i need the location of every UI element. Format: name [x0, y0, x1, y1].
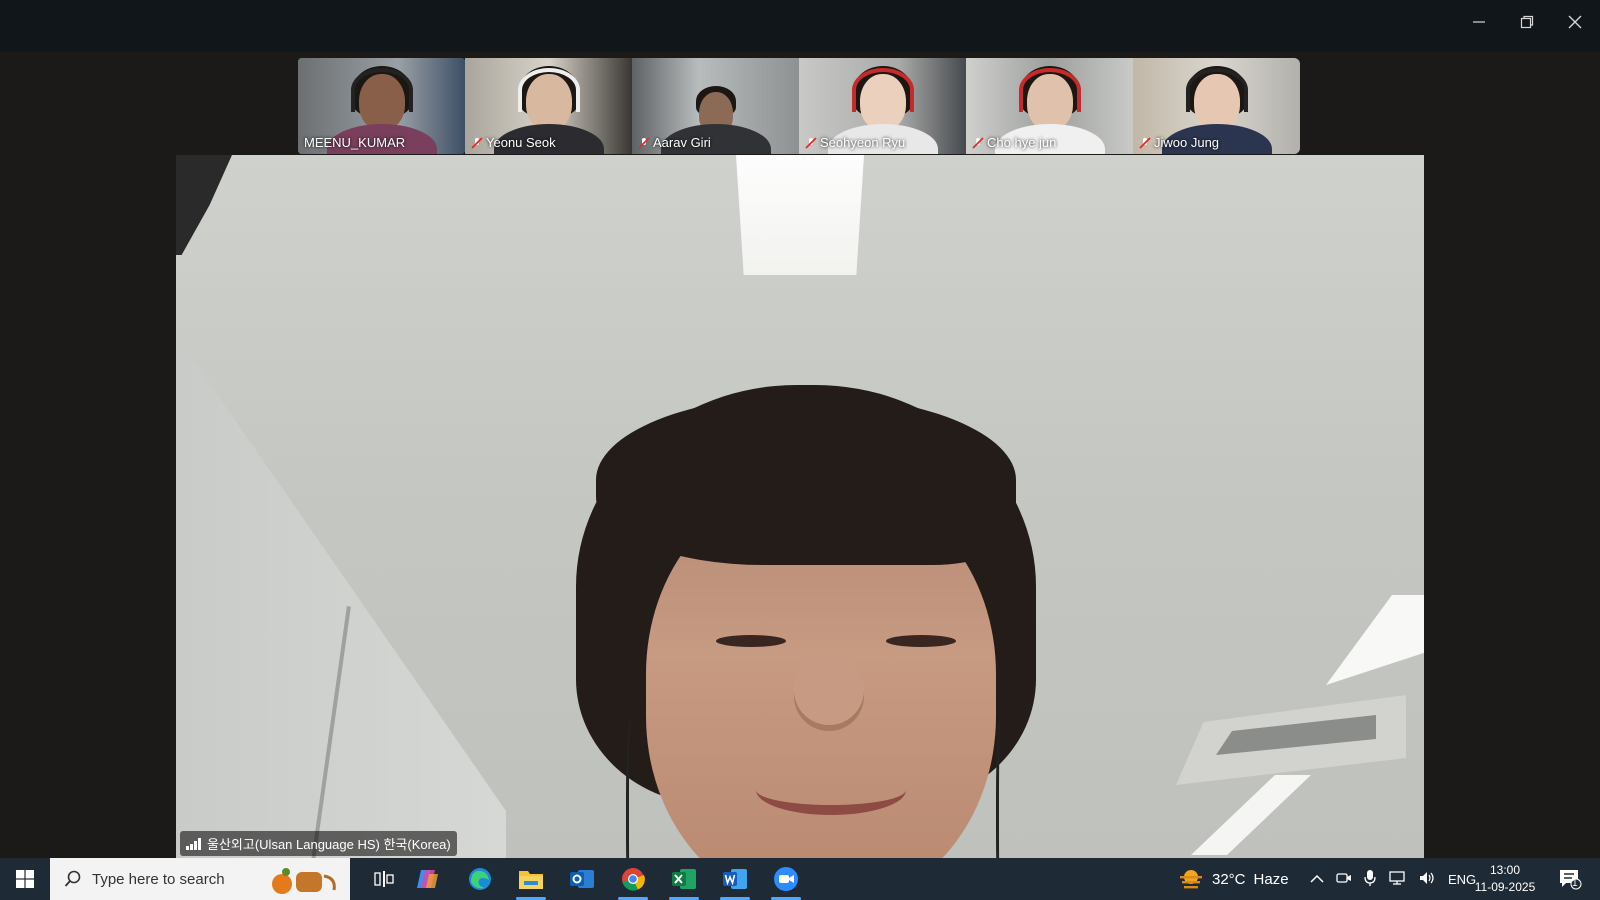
start-button[interactable]	[0, 858, 50, 900]
weather-condition: Haze	[1253, 870, 1289, 888]
participant-name: Aarav Giri	[638, 135, 711, 150]
notification-center-button[interactable]: 1	[1550, 858, 1590, 900]
camera-icon	[1336, 872, 1351, 883]
muted-mic-icon	[638, 136, 650, 149]
participant-strip: MEENU_KUMAR Yeonu Seok Aarav Giri Seohye…	[298, 58, 1300, 154]
speaker-icon	[1420, 871, 1434, 884]
zoom-icon	[774, 867, 798, 891]
participant-name: Cho hye jun	[972, 135, 1056, 150]
participant-name: Yeonu Seok	[471, 135, 556, 150]
taskbar: Type here to search 32°C Haze ENG 13:00 …	[0, 858, 1600, 900]
participant-tile[interactable]: Jiwoo Jung	[1133, 58, 1300, 154]
clock[interactable]: 13:00 11-09-2025	[1470, 858, 1540, 900]
excel-button[interactable]	[660, 858, 708, 900]
network-button[interactable]	[1388, 870, 1406, 889]
main-speaker-video[interactable]: 울산외고(Ulsan Language HS) 한국(Korea)	[176, 155, 1424, 858]
signal-strength-icon	[186, 837, 201, 850]
file-explorer-icon	[519, 871, 543, 889]
search-placeholder: Type here to search	[92, 870, 225, 888]
file-explorer-button[interactable]	[507, 858, 555, 900]
outlook-button[interactable]	[558, 858, 606, 900]
minimize-icon	[1473, 21, 1485, 23]
notification-icon	[1560, 870, 1582, 890]
search-box[interactable]: Type here to search	[50, 858, 350, 900]
show-hidden-icons-button[interactable]	[1310, 872, 1324, 887]
search-highlight-icon	[272, 868, 336, 894]
system-tray: ENG	[1310, 858, 1476, 900]
microphone-icon	[1364, 869, 1376, 886]
close-button[interactable]	[1552, 0, 1598, 44]
participant-tile[interactable]: Seohyeon Ryu	[799, 58, 966, 154]
participant-name: Jiwoo Jung	[1139, 135, 1219, 150]
chrome-button[interactable]	[609, 858, 657, 900]
weather-widget[interactable]: 32°C Haze	[1178, 858, 1289, 900]
notification-count: 1	[1572, 878, 1578, 889]
word-button[interactable]	[711, 858, 759, 900]
window-titlebar	[0, 0, 1600, 52]
copilot-button[interactable]	[404, 858, 452, 900]
network-icon	[1389, 870, 1405, 885]
muted-mic-icon	[972, 136, 984, 149]
speaker-name-label: 울산외고(Ulsan Language HS) 한국(Korea)	[180, 831, 457, 856]
participant-tile[interactable]: Yeonu Seok	[465, 58, 632, 154]
copilot-icon	[417, 870, 438, 888]
restore-icon	[1520, 15, 1534, 29]
windows-icon	[16, 870, 34, 888]
haze-icon	[1180, 870, 1202, 889]
participant-tile[interactable]: Cho hye jun	[966, 58, 1133, 154]
chrome-icon	[622, 868, 645, 891]
volume-button[interactable]	[1418, 870, 1436, 889]
participant-name: Seohyeon Ryu	[805, 135, 905, 150]
outlook-icon	[570, 870, 594, 888]
weather-temp: 32°C	[1212, 870, 1246, 888]
muted-mic-icon	[471, 136, 483, 149]
restore-button[interactable]	[1504, 0, 1550, 44]
meet-now-button[interactable]	[1336, 871, 1352, 888]
excel-icon	[672, 869, 696, 889]
word-icon	[723, 869, 747, 889]
participant-tile[interactable]: MEENU_KUMAR	[298, 58, 465, 154]
muted-mic-icon	[1139, 136, 1151, 149]
participant-tile[interactable]: Aarav Giri	[632, 58, 799, 154]
clock-time: 13:00	[1489, 863, 1521, 877]
microphone-button[interactable]	[1364, 869, 1376, 890]
chevron-up-icon	[1310, 874, 1324, 883]
task-view-button[interactable]	[362, 858, 406, 900]
task-view-icon	[374, 871, 394, 887]
search-icon	[64, 870, 81, 887]
participant-name: MEENU_KUMAR	[304, 135, 406, 150]
edge-button[interactable]	[456, 858, 504, 900]
muted-mic-icon	[805, 136, 817, 149]
zoom-button[interactable]	[762, 858, 810, 900]
clock-date: 11-09-2025	[1474, 880, 1536, 894]
close-icon	[1568, 15, 1582, 29]
minimize-button[interactable]	[1456, 0, 1502, 44]
edge-icon	[469, 868, 491, 890]
